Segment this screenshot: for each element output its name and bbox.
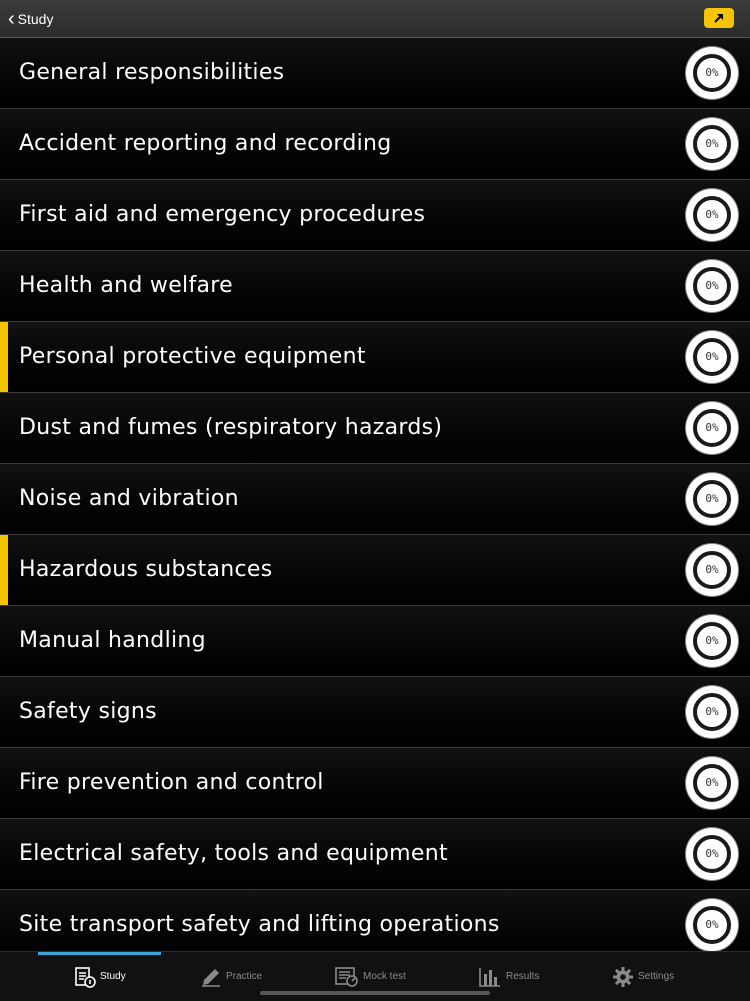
progress-percent: 0%	[705, 350, 719, 363]
tab-settings[interactable]: Settings	[612, 952, 674, 1001]
progress-ring: 0%	[686, 686, 738, 738]
topic-label: Dust and fumes (respiratory hazards)	[19, 415, 443, 440]
topic-row[interactable]: General responsibilities 0%	[0, 38, 750, 109]
tab-label: Study	[100, 971, 126, 982]
topic-label: Manual handling	[19, 628, 206, 653]
tab-label: Practice	[226, 971, 263, 982]
tab-study[interactable]: Study	[74, 952, 126, 1001]
mock-test-icon	[335, 966, 358, 987]
topic-row[interactable]: Health and welfare 0%	[0, 251, 750, 322]
topic-row[interactable]: Fire prevention and control 0%	[0, 748, 750, 819]
progress-ring: 0%	[686, 118, 738, 170]
progress-percent: 0%	[705, 492, 719, 505]
back-button[interactable]: ‹ Study	[8, 0, 53, 37]
progress-ring: 0%	[686, 757, 738, 809]
progress-percent: 0%	[705, 634, 719, 647]
topic-row[interactable]: Personal protective equipment 0%	[0, 322, 750, 393]
topic-label: Health and welfare	[19, 273, 233, 298]
progress-percent: 0%	[705, 66, 719, 79]
bar-chart-icon	[479, 967, 500, 987]
progress-percent: 0%	[705, 137, 719, 150]
tab-practice[interactable]: Practice	[200, 952, 262, 1001]
topic-row[interactable]: Hazardous substances 0%	[0, 535, 750, 606]
topic-row[interactable]: Electrical safety, tools and equipment 0…	[0, 819, 750, 890]
progress-ring: 0%	[686, 615, 738, 667]
chevron-left-icon: ‹	[8, 7, 15, 30]
progress-percent: 0%	[705, 421, 719, 434]
progress-ring: 0%	[686, 899, 738, 951]
progress-percent: 0%	[705, 918, 719, 931]
progress-ring: 0%	[686, 402, 738, 454]
progress-percent: 0%	[705, 208, 719, 221]
progress-ring: 0%	[686, 189, 738, 241]
pencil-icon	[202, 968, 220, 987]
topic-label: Accident reporting and recording	[19, 131, 392, 156]
topic-row[interactable]: Manual handling 0%	[0, 606, 750, 677]
gear-icon	[613, 966, 633, 987]
topic-label: Fire prevention and control	[19, 770, 324, 795]
progress-ring: 0%	[686, 544, 738, 596]
arrow-up-right-icon	[714, 14, 723, 23]
topic-label: Site transport safety and lifting operat…	[19, 912, 500, 937]
tab-label: Mock test	[363, 971, 406, 982]
topic-row[interactable]: First aid and emergency procedures 0%	[0, 180, 750, 251]
progress-ring: 0%	[686, 47, 738, 99]
highlight-marker	[0, 535, 8, 605]
topic-row[interactable]: Accident reporting and recording 0%	[0, 109, 750, 180]
topic-row[interactable]: Dust and fumes (respiratory hazards) 0%	[0, 393, 750, 464]
tab-label: Settings	[638, 971, 675, 982]
progress-ring: 0%	[686, 331, 738, 383]
topic-list: General responsibilities 0% Accident rep…	[0, 38, 750, 961]
home-indicator[interactable]	[260, 991, 490, 995]
progress-ring: 0%	[686, 260, 738, 312]
topic-label: General responsibilities	[19, 60, 285, 85]
topic-label: Hazardous substances	[19, 557, 273, 582]
topic-label: First aid and emergency procedures	[19, 202, 426, 227]
progress-percent: 0%	[705, 776, 719, 789]
back-button-label: Study	[17, 10, 54, 27]
progress-percent: 0%	[705, 847, 719, 860]
progress-percent: 0%	[705, 705, 719, 718]
progress-percent: 0%	[705, 563, 719, 576]
topic-row[interactable]: Safety signs 0%	[0, 677, 750, 748]
topic-label: Safety signs	[19, 699, 157, 724]
progress-percent: 0%	[705, 279, 719, 292]
highlight-marker	[0, 322, 8, 392]
share-button[interactable]	[704, 8, 734, 28]
navigation-bar: ‹ Study	[0, 0, 750, 38]
study-icon	[75, 966, 96, 988]
topic-label: Noise and vibration	[19, 486, 239, 511]
tab-label: Results	[506, 971, 540, 982]
topic-label: Personal protective equipment	[19, 344, 366, 369]
topic-label: Electrical safety, tools and equipment	[19, 841, 448, 866]
topic-row[interactable]: Noise and vibration 0%	[0, 464, 750, 535]
progress-ring: 0%	[686, 473, 738, 525]
progress-ring: 0%	[686, 828, 738, 880]
